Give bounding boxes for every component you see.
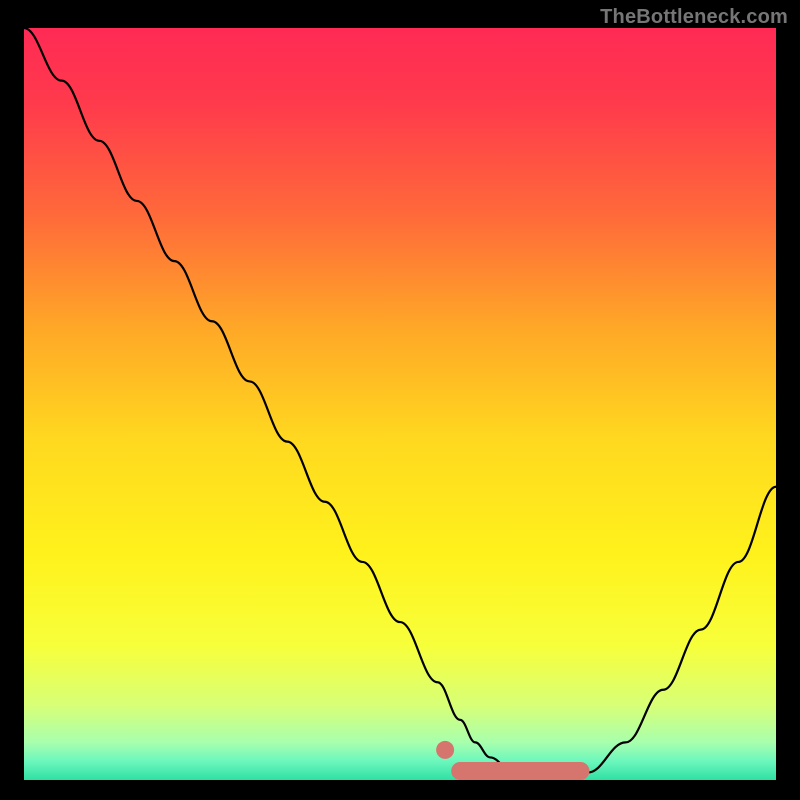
chart-container: TheBottleneck.com [0,0,800,800]
plot-area [24,28,776,780]
marker-dot [436,741,454,759]
watermark-text: TheBottleneck.com [600,6,788,29]
gradient-background [24,28,776,780]
chart-svg [24,28,776,780]
